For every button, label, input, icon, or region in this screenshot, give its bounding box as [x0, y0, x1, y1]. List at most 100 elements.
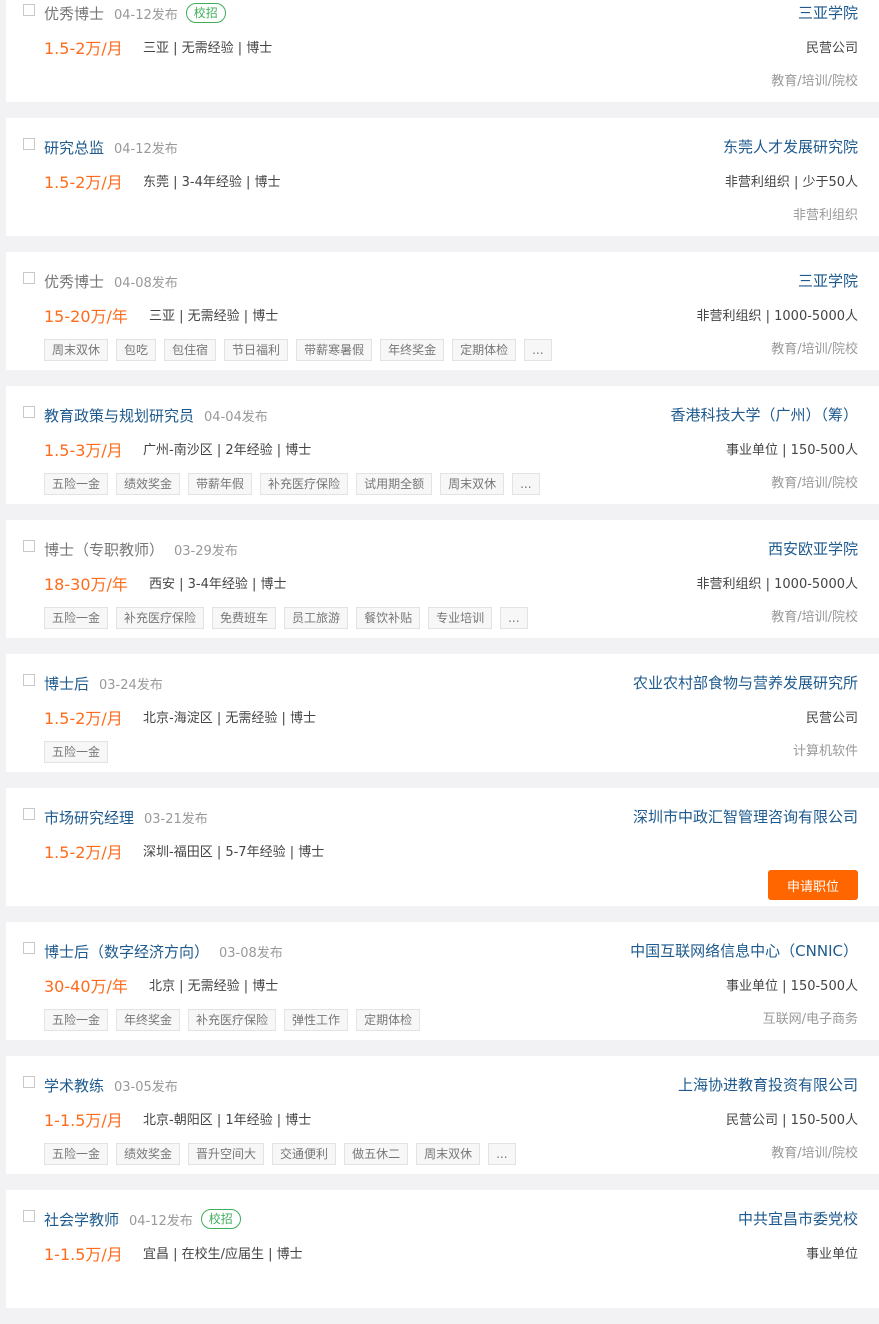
job-card[interactable]: 优秀博士 04-12发布 校招 三亚学院 1.5-2万/月 三亚 | 无需经验 | 博士 民… — [6, 0, 879, 102]
job-title-link[interactable]: 优秀博士 — [44, 3, 104, 24]
benefit-tag: 绩效奖金 — [116, 473, 181, 495]
job-extra-row — [6, 1276, 879, 1300]
job-card[interactable]: 优秀博士 04-08发布 三亚学院 15-20万/年 三亚 | 无需经验 | 博士 非营利… — [6, 252, 879, 370]
job-title-link[interactable]: 优秀博士 — [44, 271, 104, 292]
company-type-size: 事业单位 | 150-500人 — [726, 979, 858, 994]
industry: 教育/培训/院校 — [771, 610, 858, 625]
benefit-tags: 五险一金 — [44, 740, 109, 764]
company-name-link[interactable]: 三亚学院 — [798, 266, 858, 296]
select-checkbox[interactable] — [23, 942, 35, 954]
job-header-row: 博士后 03-24发布 农业农村部食物与营养发展研究所 — [6, 668, 879, 698]
job-header-row: 教育政策与规划研究员 04-04发布 香港科技大学（广州）（筹） — [6, 400, 879, 430]
select-checkbox[interactable] — [23, 808, 35, 820]
select-checkbox[interactable] — [23, 138, 35, 150]
select-checkbox[interactable] — [23, 406, 35, 418]
job-header-row: 优秀博士 04-12发布 校招 三亚学院 — [6, 0, 879, 28]
job-header-row: 博士后（数字经济方向） 03-08发布 中国互联网络信息中心（CNNIC） — [6, 936, 879, 966]
job-info-row: 1.5-2万/月 东莞 | 3-4年经验 | 博士 非营利组织 | 少于50人 — [6, 168, 879, 198]
benefit-tag: 五险一金 — [44, 1009, 109, 1031]
apply-button[interactable]: 申请职位 — [768, 870, 858, 900]
salary: 1-1.5万/月 — [44, 1245, 123, 1264]
job-card[interactable]: 博士后（数字经济方向） 03-08发布 中国互联网络信息中心（CNNIC） 30-40… — [6, 922, 879, 1040]
job-title-group: 博士后 03-24发布 — [44, 668, 163, 698]
job-title-group: 优秀博士 04-12发布 校招 — [44, 0, 226, 28]
job-header-row: 研究总监 04-12发布 东莞人才发展研究院 — [6, 132, 879, 162]
job-card[interactable]: 社会学教师 04-12发布 校招 中共宜昌市委党校 1-1.5万/月 宜昌 | 在校生/应… — [6, 1190, 879, 1308]
job-header-row: 学术教练 03-05发布 上海协进教育投资有限公司 — [6, 1070, 879, 1100]
benefit-tag: 补充医疗保险 — [116, 607, 205, 629]
job-card[interactable]: 市场研究经理 03-21发布 深圳市中政汇智管理咨询有限公司 1.5-2万/月 深圳-福… — [6, 788, 879, 906]
benefit-tag: 做五休二 — [344, 1143, 409, 1165]
publish-date: 03-24发布 — [99, 677, 163, 693]
benefit-tag: 餐饮补贴 — [356, 607, 421, 629]
job-card[interactable]: 教育政策与规划研究员 04-04发布 香港科技大学（广州）（筹） 1.5-3万/月 广州… — [6, 386, 879, 504]
company-type-size: 民营公司 — [805, 711, 858, 726]
job-info-row: 1.5-2万/月 深圳-福田区 | 5-7年经验 | 博士 — [6, 838, 879, 868]
industry: 教育/培训/院校 — [771, 74, 858, 89]
job-extra-row: 五险一金 绩效奖金 晋升空间大 交通便利 做五休二 周末双休... 教育/培训/院校 — [6, 1142, 879, 1166]
company-name-link[interactable]: 西安欧亚学院 — [768, 534, 858, 564]
job-title-link[interactable]: 博士后（数字经济方向） — [44, 941, 209, 962]
job-info-row: 1-1.5万/月 北京-朝阳区 | 1年经验 | 博士 民营公司 | 150-500… — [6, 1106, 879, 1136]
job-info-row: 1.5-2万/月 三亚 | 无需经验 | 博士 民营公司 — [6, 34, 879, 64]
job-title-link[interactable]: 研究总监 — [44, 137, 104, 158]
job-title-link[interactable]: 社会学教师 — [44, 1209, 119, 1230]
job-title-link[interactable]: 博士（专职教师） — [44, 539, 164, 560]
job-extra-row: 五险一金 计算机软件 — [6, 740, 879, 764]
more-tags-button[interactable]: ... — [512, 473, 540, 495]
salary: 1.5-3万/月 — [44, 441, 123, 460]
job-card[interactable]: 研究总监 04-12发布 东莞人才发展研究院 1.5-2万/月 东莞 | 3-4年经验 … — [6, 118, 879, 236]
more-tags-button[interactable]: ... — [488, 1143, 516, 1165]
salary: 30-40万/年 — [44, 977, 128, 996]
benefit-tag: 五险一金 — [44, 1143, 109, 1165]
company-name-link[interactable]: 东莞人才发展研究院 — [723, 132, 858, 162]
job-list: 优秀博士 04-12发布 校招 三亚学院 1.5-2万/月 三亚 | 无需经验 | 博士民… — [6, 0, 879, 1324]
company-name-link[interactable]: 三亚学院 — [798, 0, 858, 28]
more-tags-button[interactable]: ... — [524, 339, 552, 361]
benefit-tag: 带薪年假 — [188, 473, 253, 495]
job-info-row: 18-30万/年 西安 | 3-4年经验 | 博士 非营利组织 | 1000-500… — [6, 570, 879, 600]
job-title-link[interactable]: 市场研究经理 — [44, 807, 134, 828]
benefit-tag: 定期体检 — [452, 339, 517, 361]
job-extra-row: 教育/培训/院校 — [6, 70, 879, 94]
job-requirements: 三亚 | 无需经验 | 博士 — [149, 309, 279, 324]
company-name-link[interactable]: 中国互联网络信息中心（CNNIC） — [630, 936, 858, 966]
job-title-group: 市场研究经理 03-21发布 — [44, 802, 208, 832]
benefit-tag: 包住宿 — [164, 339, 217, 361]
benefit-tag: 定期体检 — [356, 1009, 421, 1031]
select-checkbox[interactable] — [23, 1076, 35, 1088]
publish-date: 03-08发布 — [219, 945, 283, 961]
benefit-tag: 补充医疗保险 — [260, 473, 349, 495]
job-title-link[interactable]: 学术教练 — [44, 1075, 104, 1096]
job-title-group: 博士后（数字经济方向） 03-08发布 — [44, 936, 283, 966]
more-tags-button[interactable]: ... — [500, 607, 528, 629]
benefit-tag: 试用期全额 — [356, 473, 433, 495]
job-requirements: 宜昌 | 在校生/应届生 | 博士 — [143, 1247, 303, 1262]
company-name-link[interactable]: 农业农村部食物与营养发展研究所 — [633, 668, 858, 698]
company-name-link[interactable]: 深圳市中政汇智管理咨询有限公司 — [633, 802, 858, 832]
job-title-link[interactable]: 教育政策与规划研究员 — [44, 405, 194, 426]
benefit-tag: 五险一金 — [44, 741, 109, 763]
industry: 教育/培训/院校 — [771, 476, 858, 491]
benefit-tag: 包吃 — [116, 339, 157, 361]
select-checkbox[interactable] — [23, 674, 35, 686]
job-requirements: 深圳-福田区 | 5-7年经验 | 博士 — [143, 845, 325, 860]
company-name-link[interactable]: 香港科技大学（广州）（筹） — [670, 400, 858, 430]
job-title-link[interactable]: 博士后 — [44, 673, 89, 694]
company-name-link[interactable]: 中共宜昌市委党校 — [738, 1204, 858, 1234]
select-checkbox[interactable] — [23, 4, 35, 16]
job-requirements: 三亚 | 无需经验 | 博士 — [143, 41, 273, 56]
job-card[interactable]: 博士后 03-24发布 农业农村部食物与营养发展研究所 1.5-2万/月 北京-海淀区 … — [6, 654, 879, 772]
job-card[interactable]: 学术教练 03-05发布 上海协进教育投资有限公司 1-1.5万/月 北京-朝阳区 | … — [6, 1056, 879, 1174]
benefit-tag: 弹性工作 — [284, 1009, 349, 1031]
select-checkbox[interactable] — [23, 540, 35, 552]
job-card[interactable]: 博士（专职教师） 03-29发布 西安欧亚学院 18-30万/年 西安 | 3-4年经验… — [6, 520, 879, 638]
company-name-link[interactable]: 上海协进教育投资有限公司 — [678, 1070, 858, 1100]
industry: 计算机软件 — [792, 744, 858, 759]
select-checkbox[interactable] — [23, 1210, 35, 1222]
benefit-tag: 周末双休 — [44, 339, 109, 361]
benefit-tags: 五险一金 绩效奖金 晋升空间大 交通便利 做五休二 周末双休... — [44, 1142, 516, 1166]
job-requirements: 北京 | 无需经验 | 博士 — [149, 979, 279, 994]
select-checkbox[interactable] — [23, 272, 35, 284]
benefit-tag: 晋升空间大 — [188, 1143, 265, 1165]
